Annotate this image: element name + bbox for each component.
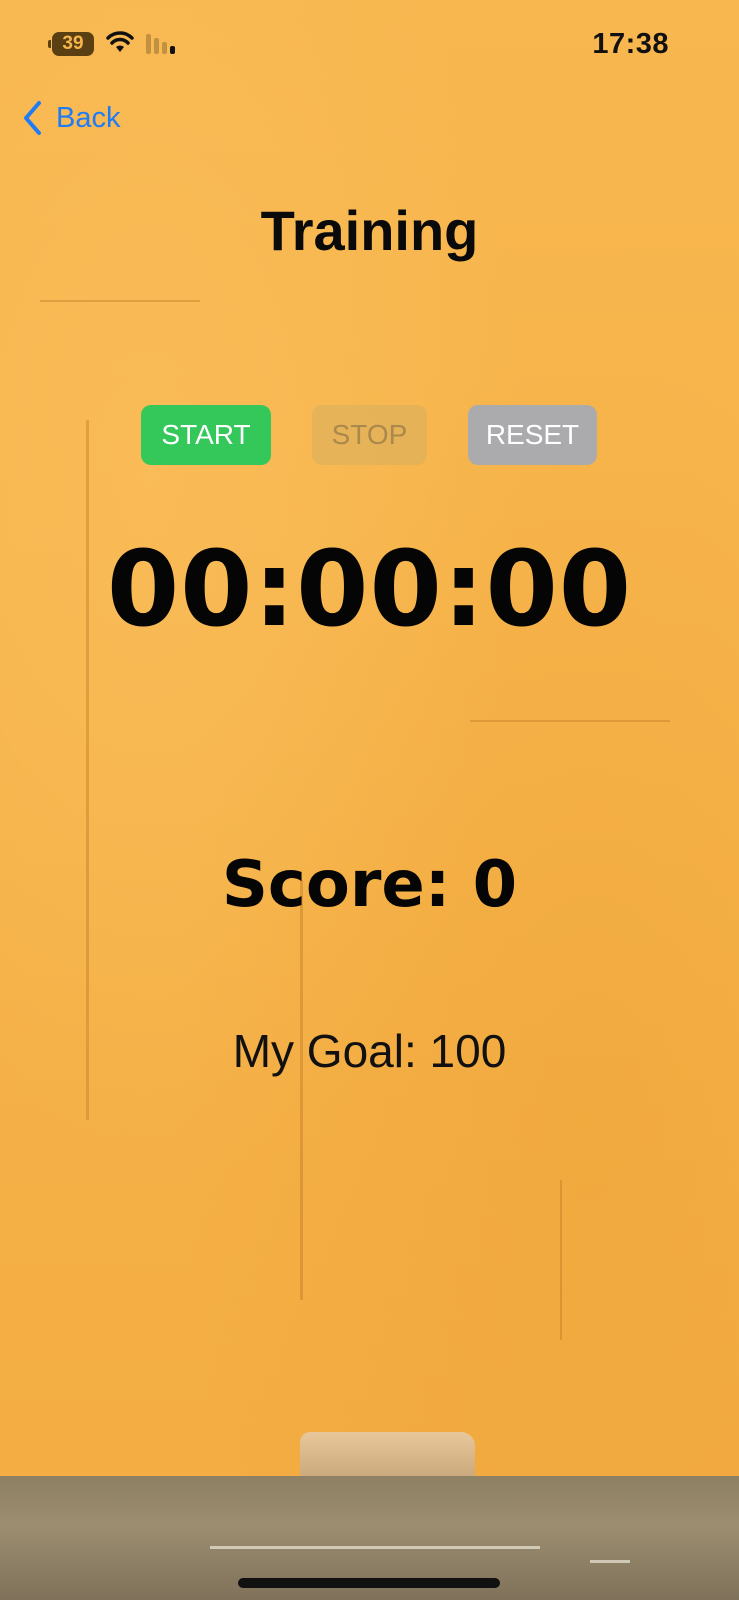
back-label: Back	[56, 101, 121, 134]
back-button[interactable]: Back	[22, 98, 120, 138]
goal-display: My Goal: 100	[232, 1025, 507, 1077]
start-button[interactable]: START	[141, 405, 271, 465]
battery-icon: 39	[48, 32, 94, 56]
chevron-left-icon	[24, 101, 41, 135]
wall-crack	[86, 420, 89, 1120]
wifi-icon	[106, 31, 134, 52]
rubble-block	[300, 1432, 475, 1482]
reset-button[interactable]: RESET	[468, 405, 597, 465]
pavement-marking	[210, 1546, 540, 1549]
stopwatch-display: 00:00:00	[106, 528, 633, 650]
stop-button[interactable]: STOP	[312, 405, 427, 465]
wall-crack	[300, 880, 303, 1300]
wall-crack	[470, 720, 670, 722]
status-bar: 39 17:38	[0, 24, 739, 64]
wall-crack	[560, 1180, 562, 1340]
home-indicator[interactable]	[238, 1578, 500, 1588]
page-title: Training	[260, 199, 479, 262]
battery-level: 39	[62, 33, 84, 54]
status-time: 17:38	[592, 28, 669, 60]
cellular-signal-icon	[146, 32, 180, 54]
wall-crack	[40, 300, 200, 302]
pavement-marking	[590, 1560, 630, 1563]
score-display: Score: 0	[221, 848, 518, 922]
